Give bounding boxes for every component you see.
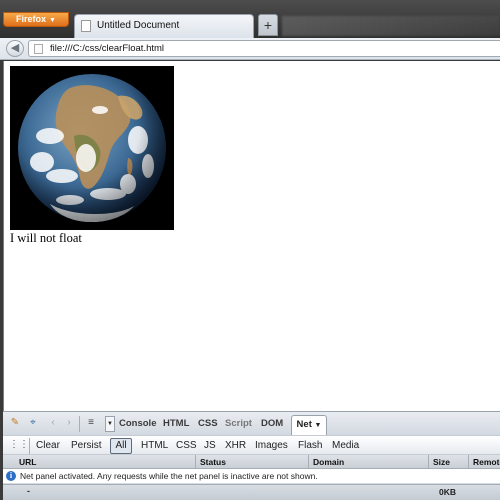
- browser-titlebar: Firefox ▼ Untitled Document +: [0, 0, 500, 38]
- list-icon[interactable]: ≡: [85, 417, 97, 429]
- page-content: I will not float: [3, 61, 500, 411]
- url-text: file:///C:/css/clearFloat.html: [50, 43, 165, 54]
- tab-net[interactable]: Net ▼: [291, 415, 327, 436]
- firebug-toolbar: ✎ ⌖ ‹ › ≡ ▼ Console HTML CSS Script DOM …: [3, 411, 500, 436]
- column-url[interactable]: URL: [15, 455, 195, 469]
- firebug-icon[interactable]: ✎: [9, 417, 21, 429]
- new-tab-button[interactable]: +: [258, 14, 278, 36]
- net-info-row: i Net panel activated. Any requests whil…: [3, 469, 500, 484]
- net-settings-icon[interactable]: ⋮⋮: [9, 439, 29, 451]
- chevron-right-icon[interactable]: ›: [63, 417, 75, 429]
- filter-html[interactable]: HTML: [141, 439, 168, 453]
- column-domain[interactable]: Domain: [308, 455, 428, 469]
- clear-button[interactable]: Clear: [36, 439, 60, 453]
- summary-dash: -: [27, 486, 30, 496]
- summary-total-size: 0KB: [439, 487, 457, 497]
- back-button[interactable]: ◀: [6, 40, 24, 57]
- net-info-message: Net panel activated. Any requests while …: [20, 471, 318, 481]
- tab-html[interactable]: HTML: [163, 416, 189, 432]
- chevron-left-icon[interactable]: ‹: [47, 417, 59, 429]
- back-arrow-icon: ◀: [10, 42, 20, 54]
- inspect-icon[interactable]: ⌖: [27, 417, 39, 429]
- earth-globe-graphic: [10, 66, 174, 230]
- column-status[interactable]: Status: [195, 455, 308, 469]
- background-tabs: [282, 16, 500, 36]
- column-size[interactable]: Size: [428, 455, 468, 469]
- tab-script[interactable]: Script: [225, 416, 252, 432]
- divider: [79, 416, 80, 432]
- chevron-down-icon: ▼: [49, 17, 56, 24]
- filter-css[interactable]: CSS: [176, 439, 197, 453]
- tab-net-label: Net: [296, 419, 312, 430]
- filter-xhr[interactable]: XHR: [225, 439, 246, 453]
- no-float-text: I will not float: [10, 231, 82, 245]
- net-toolbar: ⋮⋮ Clear Persist All HTML CSS JS XHR Ima…: [3, 435, 500, 455]
- firefox-menu-label: Firefox: [16, 14, 47, 24]
- page-icon: [34, 44, 43, 54]
- divider: [29, 438, 30, 454]
- tab-title: Untitled Document: [97, 20, 180, 31]
- tab-dom[interactable]: DOM: [261, 416, 283, 432]
- net-summary-row: - 0KB: [3, 484, 500, 500]
- filter-media[interactable]: Media: [332, 439, 359, 453]
- net-column-header: URL Status Domain Size Remote: [3, 455, 500, 469]
- firefox-menu-button[interactable]: Firefox ▼: [3, 12, 69, 27]
- url-bar[interactable]: file:///C:/css/clearFloat.html: [28, 40, 500, 57]
- panel-menu-dropdown[interactable]: ▼: [105, 416, 115, 432]
- filter-images[interactable]: Images: [255, 439, 288, 453]
- filter-flash[interactable]: Flash: [298, 439, 322, 453]
- page-icon: [81, 20, 91, 32]
- earth-image: [10, 66, 174, 230]
- chevron-down-icon: ▼: [314, 422, 322, 429]
- persist-button[interactable]: Persist: [71, 439, 102, 453]
- navigation-bar: ◀ file:///C:/css/clearFloat.html: [0, 38, 500, 60]
- filter-js[interactable]: JS: [204, 439, 216, 453]
- tab-untitled-document[interactable]: Untitled Document: [74, 14, 254, 38]
- info-icon: i: [6, 471, 16, 481]
- tab-css[interactable]: CSS: [198, 416, 218, 432]
- column-remote[interactable]: Remote: [468, 455, 500, 469]
- tab-console[interactable]: Console: [119, 416, 156, 432]
- filter-all[interactable]: All: [110, 438, 132, 454]
